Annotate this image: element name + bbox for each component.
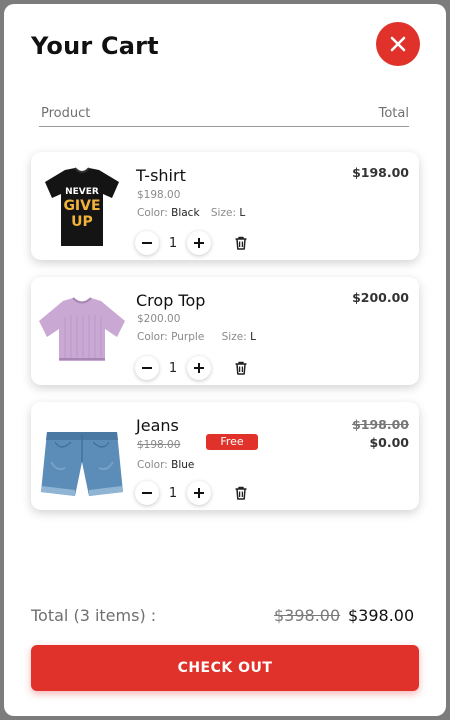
- cart-item-crop-top: Crop Top $200.00 Color: Purple Size: L 1…: [31, 277, 419, 385]
- item-total: $200.00: [352, 290, 409, 305]
- color-value: Black: [171, 207, 200, 219]
- minus-icon: [142, 367, 152, 369]
- page-title: Your Cart: [31, 32, 159, 60]
- cart-panel: Your Cart Product Total NEVER GIVE UP T-…: [4, 4, 446, 716]
- summary-label: Total (3 items) :: [31, 606, 157, 625]
- trash-icon[interactable]: [233, 235, 249, 251]
- tshirt-image: NEVER GIVE UP: [45, 167, 119, 246]
- item-name: Crop Top: [136, 291, 206, 310]
- increase-quantity-button[interactable]: [187, 481, 211, 505]
- summary-total: $398.00: [348, 606, 415, 625]
- item-total: $198.00: [352, 165, 409, 180]
- trash-icon[interactable]: [233, 485, 249, 501]
- summary-original-total: $398.00: [274, 606, 341, 625]
- decrease-quantity-button[interactable]: [135, 356, 159, 380]
- color-label: Color:: [137, 331, 168, 343]
- size-label: Size:: [210, 207, 236, 219]
- column-total: Total: [378, 106, 409, 121]
- column-header: Product Total: [39, 100, 409, 127]
- item-attributes: Color: Black Size: L: [137, 207, 245, 219]
- item-unit-price: $200.00: [137, 313, 181, 325]
- tshirt-print-line2: GIVE: [63, 198, 100, 214]
- quantity-stepper: 1: [135, 355, 211, 381]
- quantity-value: 1: [168, 485, 178, 501]
- item-attributes: Color: Blue: [137, 459, 194, 471]
- item-name: T-shirt: [136, 166, 186, 185]
- minus-icon: [142, 492, 152, 494]
- item-attributes: Color: Purple Size: L: [137, 331, 256, 343]
- item-name: Jeans: [136, 416, 179, 435]
- column-product: Product: [41, 106, 91, 121]
- size-value: L: [250, 331, 256, 343]
- size-label: Size:: [221, 331, 247, 343]
- quantity-value: 1: [168, 360, 178, 376]
- decrease-quantity-button[interactable]: [135, 231, 159, 255]
- color-value: Blue: [171, 459, 195, 471]
- cart-item-jeans: Jeans $198.00 Free Color: Blue 1 $198.00…: [31, 402, 419, 510]
- minus-icon: [142, 242, 152, 244]
- cart-item-tshirt: NEVER GIVE UP T-shirt $198.00 Color: Bla…: [31, 152, 419, 260]
- quantity-value: 1: [168, 235, 178, 251]
- color-value: Purple: [171, 331, 205, 343]
- plus-icon: [194, 238, 204, 248]
- plus-icon: [194, 363, 204, 373]
- color-label: Color:: [137, 207, 168, 219]
- checkout-button[interactable]: CHECK OUT: [31, 645, 419, 691]
- close-icon: [390, 36, 406, 52]
- quantity-stepper: 1: [135, 480, 211, 506]
- item-original-total: $198.00: [352, 417, 409, 432]
- item-unit-price: $198.00: [137, 439, 181, 451]
- jeans-image: [41, 432, 123, 496]
- item-total: $0.00: [369, 435, 409, 450]
- close-button[interactable]: [376, 22, 420, 66]
- plus-icon: [194, 488, 204, 498]
- decrease-quantity-button[interactable]: [135, 481, 159, 505]
- tshirt-print-line1: NEVER: [65, 187, 99, 197]
- color-label: Color:: [137, 459, 168, 471]
- tshirt-print-line3: UP: [71, 214, 93, 230]
- size-value: L: [239, 207, 246, 219]
- item-unit-price: $198.00: [137, 189, 181, 201]
- increase-quantity-button[interactable]: [187, 356, 211, 380]
- trash-icon[interactable]: [233, 360, 249, 376]
- increase-quantity-button[interactable]: [187, 231, 211, 255]
- free-badge: Free: [206, 434, 258, 450]
- quantity-stepper: 1: [135, 230, 211, 256]
- crop-top-image: [39, 297, 125, 361]
